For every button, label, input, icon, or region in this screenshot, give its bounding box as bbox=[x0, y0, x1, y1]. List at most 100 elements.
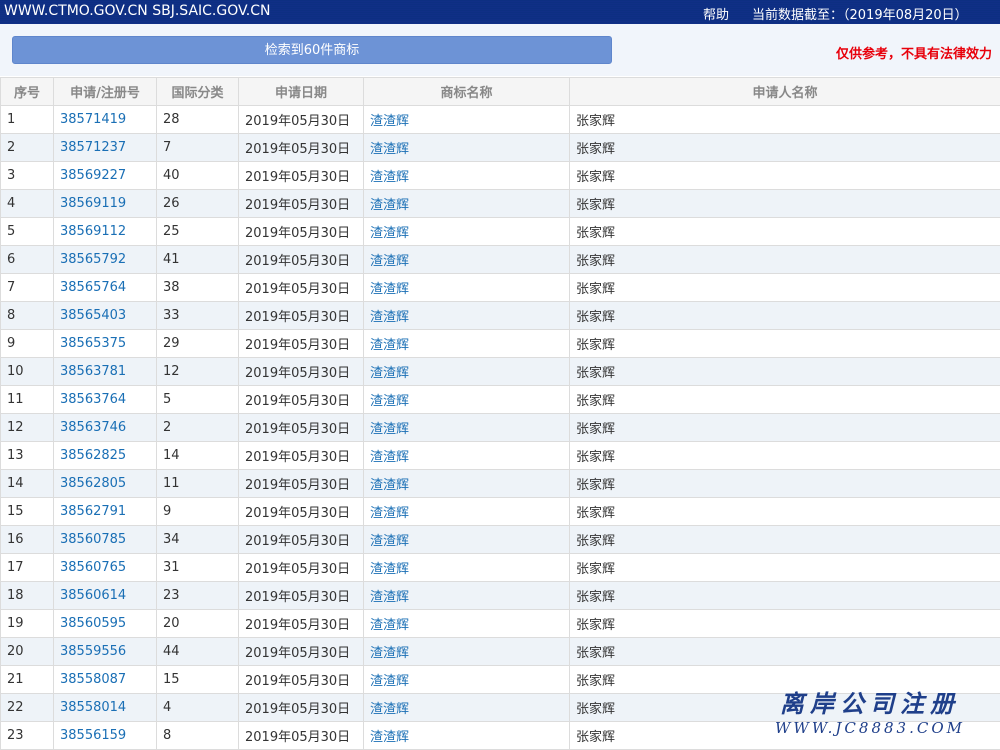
cell-reg-number[interactable]: 38556159 bbox=[54, 722, 157, 750]
cell-reg-number[interactable]: 38560614 bbox=[54, 582, 157, 610]
cell-class: 20 bbox=[157, 610, 239, 638]
cell-date: 2019年05月30日 bbox=[239, 302, 364, 330]
table-row: 538569112252019年05月30日渣渣辉张家辉 bbox=[1, 218, 1000, 246]
cell-index: 22 bbox=[1, 694, 54, 722]
column-header-class[interactable]: 国际分类 bbox=[157, 78, 239, 106]
cell-mark-name[interactable]: 渣渣辉 bbox=[364, 190, 570, 218]
cell-reg-number[interactable]: 38558014 bbox=[54, 694, 157, 722]
cell-class: 34 bbox=[157, 526, 239, 554]
cell-reg-number[interactable]: 38569227 bbox=[54, 162, 157, 190]
cell-mark-name[interactable]: 渣渣辉 bbox=[364, 162, 570, 190]
cell-reg-number[interactable]: 38571419 bbox=[54, 106, 157, 134]
cell-reg-number[interactable]: 38563781 bbox=[54, 358, 157, 386]
cell-applicant: 张家辉 bbox=[570, 526, 1000, 554]
data-as-of-text: 当前数据截至：（2019年08月20日） bbox=[752, 4, 968, 23]
cell-reg-number[interactable]: 38571237 bbox=[54, 134, 157, 162]
cell-reg-number[interactable]: 38565792 bbox=[54, 246, 157, 274]
cell-class: 15 bbox=[157, 666, 239, 694]
trademark-results-table: 序号 申请/注册号 国际分类 申请日期 商标名称 申请人名称 138571419… bbox=[0, 77, 1000, 750]
result-count-button[interactable]: 检索到60件商标 bbox=[12, 36, 612, 64]
column-header-reg-number[interactable]: 申请/注册号 bbox=[54, 78, 157, 106]
cell-reg-number[interactable]: 38562805 bbox=[54, 470, 157, 498]
cell-reg-number[interactable]: 38562825 bbox=[54, 442, 157, 470]
cell-reg-number[interactable]: 38562791 bbox=[54, 498, 157, 526]
table-row: 1338562825142019年05月30日渣渣辉张家辉 bbox=[1, 442, 1000, 470]
cell-mark-name[interactable]: 渣渣辉 bbox=[364, 498, 570, 526]
column-header-date[interactable]: 申请日期 bbox=[239, 78, 364, 106]
cell-mark-name[interactable]: 渣渣辉 bbox=[364, 330, 570, 358]
column-header-applicant[interactable]: 申请人名称 bbox=[570, 78, 1000, 106]
cell-applicant: 张家辉 bbox=[570, 246, 1000, 274]
table-row: 2038559556442019年05月30日渣渣辉张家辉 bbox=[1, 638, 1000, 666]
cell-applicant: 张家辉 bbox=[570, 106, 1000, 134]
cell-reg-number[interactable]: 38560595 bbox=[54, 610, 157, 638]
cell-mark-name[interactable]: 渣渣辉 bbox=[364, 218, 570, 246]
cell-date: 2019年05月30日 bbox=[239, 610, 364, 638]
cell-date: 2019年05月30日 bbox=[239, 694, 364, 722]
cell-applicant: 张家辉 bbox=[570, 414, 1000, 442]
cell-applicant: 张家辉 bbox=[570, 134, 1000, 162]
cell-mark-name[interactable]: 渣渣辉 bbox=[364, 134, 570, 162]
cell-mark-name[interactable]: 渣渣辉 bbox=[364, 414, 570, 442]
cell-date: 2019年05月30日 bbox=[239, 358, 364, 386]
cell-mark-name[interactable]: 渣渣辉 bbox=[364, 358, 570, 386]
cell-date: 2019年05月30日 bbox=[239, 330, 364, 358]
cell-date: 2019年05月30日 bbox=[239, 274, 364, 302]
cell-reg-number[interactable]: 38560765 bbox=[54, 554, 157, 582]
cell-mark-name[interactable]: 渣渣辉 bbox=[364, 582, 570, 610]
table-row: 338569227402019年05月30日渣渣辉张家辉 bbox=[1, 162, 1000, 190]
cell-reg-number[interactable]: 38558087 bbox=[54, 666, 157, 694]
cell-applicant: 张家辉 bbox=[570, 638, 1000, 666]
cell-mark-name[interactable]: 渣渣辉 bbox=[364, 666, 570, 694]
cell-class: 38 bbox=[157, 274, 239, 302]
cell-reg-number[interactable]: 38569119 bbox=[54, 190, 157, 218]
cell-mark-name[interactable]: 渣渣辉 bbox=[364, 694, 570, 722]
cell-date: 2019年05月30日 bbox=[239, 414, 364, 442]
cell-index: 13 bbox=[1, 442, 54, 470]
cell-mark-name[interactable]: 渣渣辉 bbox=[364, 722, 570, 750]
watermark-title: 离岸公司注册 bbox=[770, 684, 970, 719]
cell-mark-name[interactable]: 渣渣辉 bbox=[364, 246, 570, 274]
cell-reg-number[interactable]: 38565764 bbox=[54, 274, 157, 302]
cell-index: 23 bbox=[1, 722, 54, 750]
cell-reg-number[interactable]: 38565403 bbox=[54, 302, 157, 330]
cell-mark-name[interactable]: 渣渣辉 bbox=[364, 554, 570, 582]
table-row: 638565792412019年05月30日渣渣辉张家辉 bbox=[1, 246, 1000, 274]
cell-applicant: 张家辉 bbox=[570, 442, 1000, 470]
cell-mark-name[interactable]: 渣渣辉 bbox=[364, 274, 570, 302]
watermark-logo: 离岸公司注册 WWW.JC8883.COM bbox=[770, 684, 970, 737]
cell-mark-name[interactable]: 渣渣辉 bbox=[364, 470, 570, 498]
cell-mark-name[interactable]: 渣渣辉 bbox=[364, 302, 570, 330]
column-header-index[interactable]: 序号 bbox=[1, 78, 54, 106]
cell-reg-number[interactable]: 38565375 bbox=[54, 330, 157, 358]
cell-class: 44 bbox=[157, 638, 239, 666]
cell-mark-name[interactable]: 渣渣辉 bbox=[364, 106, 570, 134]
cell-reg-number[interactable]: 38560785 bbox=[54, 526, 157, 554]
cell-reg-number[interactable]: 38569112 bbox=[54, 218, 157, 246]
table-row: 1938560595202019年05月30日渣渣辉张家辉 bbox=[1, 610, 1000, 638]
cell-index: 3 bbox=[1, 162, 54, 190]
cell-date: 2019年05月30日 bbox=[239, 638, 364, 666]
table-row: 1738560765312019年05月30日渣渣辉张家辉 bbox=[1, 554, 1000, 582]
cell-reg-number[interactable]: 38563764 bbox=[54, 386, 157, 414]
cell-mark-name[interactable]: 渣渣辉 bbox=[364, 386, 570, 414]
cell-reg-number[interactable]: 38559556 bbox=[54, 638, 157, 666]
cell-mark-name[interactable]: 渣渣辉 bbox=[364, 526, 570, 554]
cell-date: 2019年05月30日 bbox=[239, 162, 364, 190]
cell-applicant: 张家辉 bbox=[570, 218, 1000, 246]
cell-applicant: 张家辉 bbox=[570, 582, 1000, 610]
cell-class: 4 bbox=[157, 694, 239, 722]
table-row: 1438562805112019年05月30日渣渣辉张家辉 bbox=[1, 470, 1000, 498]
cell-class: 33 bbox=[157, 302, 239, 330]
cell-mark-name[interactable]: 渣渣辉 bbox=[364, 638, 570, 666]
table-row: 23857123772019年05月30日渣渣辉张家辉 bbox=[1, 134, 1000, 162]
cell-mark-name[interactable]: 渣渣辉 bbox=[364, 610, 570, 638]
help-link[interactable]: 帮助 bbox=[703, 4, 729, 23]
cell-date: 2019年05月30日 bbox=[239, 666, 364, 694]
column-header-mark-name[interactable]: 商标名称 bbox=[364, 78, 570, 106]
cell-mark-name[interactable]: 渣渣辉 bbox=[364, 442, 570, 470]
cell-reg-number[interactable]: 38563746 bbox=[54, 414, 157, 442]
cell-index: 17 bbox=[1, 554, 54, 582]
watermark-url: WWW.JC8883.COM bbox=[770, 719, 970, 737]
cell-class: 29 bbox=[157, 330, 239, 358]
